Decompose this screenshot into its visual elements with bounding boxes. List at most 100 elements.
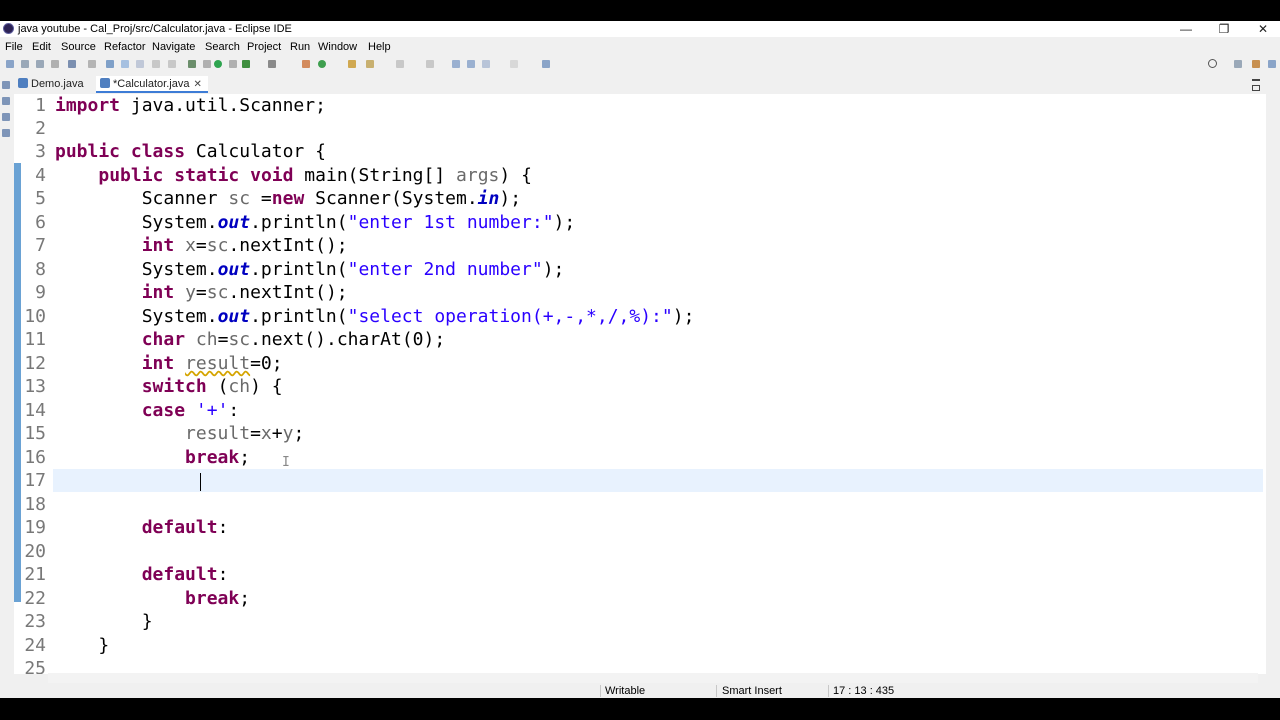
status-separator: [716, 685, 717, 697]
new-java-class-icon[interactable]: [318, 60, 326, 68]
code-line[interactable]: 24 }: [14, 634, 1244, 657]
code-line[interactable]: 11 char ch=sc.next().charAt(0);: [14, 328, 1244, 351]
java-perspective-icon[interactable]: [1252, 60, 1260, 68]
status-separator: [828, 685, 829, 697]
save-icon[interactable]: [21, 60, 29, 68]
restore-icon[interactable]: [2, 113, 10, 121]
window-title: java youtube - Cal_Proj/src/Calculator.j…: [18, 23, 292, 35]
menu-project[interactable]: Project: [247, 40, 281, 54]
word-wrap-icon[interactable]: [152, 60, 160, 68]
menu-refactor[interactable]: Refactor: [104, 40, 146, 54]
code-line[interactable]: 2: [14, 117, 1244, 140]
search-icon[interactable]: [1208, 59, 1217, 68]
menu-file[interactable]: File: [5, 40, 23, 54]
new-icon[interactable]: [6, 60, 14, 68]
menu-edit[interactable]: Edit: [32, 40, 51, 54]
mouse-ibeam-cursor: I: [282, 455, 290, 470]
java-file-icon: [18, 78, 28, 88]
code-line[interactable]: 21 default:: [14, 563, 1244, 586]
tab-demo-java[interactable]: Demo.java: [14, 76, 90, 93]
maximize-editor-icon[interactable]: [1252, 85, 1260, 91]
code-line[interactable]: 22 break;: [14, 587, 1244, 610]
last-edit-icon[interactable]: [452, 60, 460, 68]
prev-annotation-icon[interactable]: [426, 60, 434, 68]
profile-icon[interactable]: [268, 60, 276, 68]
forward-icon[interactable]: [510, 60, 518, 68]
code-line[interactable]: 1 import java.util.Scanner;: [14, 94, 1244, 117]
code-line[interactable]: 5 Scanner sc =new Scanner(System.in);: [14, 187, 1244, 210]
tab-calculator-java[interactable]: *Calculator.java ✕: [96, 76, 208, 93]
code-line[interactable]: 4 public static void main(String[] args)…: [14, 164, 1244, 187]
minimized-view-icon[interactable]: [2, 129, 10, 137]
status-bar: Writable Smart Insert 17 : 13 : 435: [0, 684, 1280, 698]
code-line[interactable]: 13 switch (ch) {: [14, 375, 1244, 398]
left-trim-stack: [0, 75, 13, 675]
close-tab-icon[interactable]: ✕: [193, 79, 201, 90]
debug-dropdown-icon[interactable]: [203, 60, 211, 68]
main-toolbar: [0, 57, 1280, 73]
java-file-icon: [100, 78, 110, 88]
next-annotation-icon[interactable]: [396, 60, 404, 68]
code-editor[interactable]: 1 import java.util.Scanner; 2 3 public cla…: [14, 94, 1266, 674]
show-whitespace-icon[interactable]: [168, 60, 176, 68]
status-separator: [600, 685, 601, 697]
title-bar: java youtube - Cal_Proj/src/Calculator.j…: [0, 21, 1280, 37]
back-dropdown-icon[interactable]: [482, 60, 490, 68]
code-line[interactable]: 18: [14, 493, 1244, 516]
code-line[interactable]: 16 break;: [14, 446, 1244, 469]
search-tool-icon[interactable]: [366, 60, 374, 68]
code-line[interactable]: 7 int x=sc.nextInt();: [14, 234, 1244, 257]
code-line[interactable]: 20: [14, 540, 1244, 563]
editor-tab-bar: Demo.java *Calculator.java ✕: [14, 76, 1266, 93]
highlight-icon[interactable]: [121, 60, 129, 68]
new-java-package-icon[interactable]: [302, 60, 310, 68]
code-line[interactable]: 17: [14, 469, 1244, 492]
code-line[interactable]: 8 System.out.println("enter 2nd number")…: [14, 258, 1244, 281]
print-icon[interactable]: [51, 60, 59, 68]
run-icon[interactable]: [214, 60, 222, 68]
code-line[interactable]: 23 }: [14, 610, 1244, 633]
run-dropdown-icon[interactable]: [229, 60, 237, 68]
code-line[interactable]: 19 default:: [14, 516, 1244, 539]
debug-icon[interactable]: [188, 60, 196, 68]
code-line[interactable]: 14 case '+':: [14, 399, 1244, 422]
skip-breakpoints-icon[interactable]: [88, 60, 96, 68]
minimize-editor-icon[interactable]: [1252, 79, 1260, 81]
debug-perspective-icon[interactable]: [1268, 60, 1276, 68]
coverage-icon[interactable]: [242, 60, 250, 68]
package-explorer-icon[interactable]: [2, 81, 10, 89]
outline-icon[interactable]: [2, 97, 10, 105]
code-line[interactable]: 10 System.out.println("select operation(…: [14, 305, 1244, 328]
eclipse-window: java youtube - Cal_Proj/src/Calculator.j…: [0, 21, 1280, 698]
status-insert-mode[interactable]: Smart Insert: [722, 685, 782, 697]
code-line[interactable]: 15 result=x+y;: [14, 422, 1244, 445]
code-line[interactable]: 12 int result=0;: [14, 352, 1244, 375]
save-all-icon[interactable]: [36, 60, 44, 68]
open-perspective-icon[interactable]: [1234, 60, 1242, 68]
code-line[interactable]: 6 System.out.println("enter 1st number:"…: [14, 211, 1244, 234]
menu-search[interactable]: Search: [205, 40, 240, 54]
close-window-icon[interactable]: ✕: [1243, 21, 1280, 37]
menu-help[interactable]: Help: [368, 40, 391, 54]
horizontal-scrollbar[interactable]: [48, 673, 1258, 683]
code-line[interactable]: 25: [14, 657, 1244, 674]
back-icon[interactable]: [467, 60, 475, 68]
code-line[interactable]: 9 int y=sc.nextInt();: [14, 281, 1244, 304]
maximize-icon[interactable]: ❐: [1204, 21, 1244, 37]
terminal-icon[interactable]: [68, 60, 76, 68]
text-caret: [200, 473, 201, 491]
menu-window[interactable]: Window: [318, 40, 357, 54]
menu-run[interactable]: Run: [290, 40, 310, 54]
status-writable: Writable: [605, 685, 646, 697]
eclipse-app-icon: [3, 23, 14, 34]
toggle-mark-icon[interactable]: [106, 60, 114, 68]
menu-bar: File Edit Source Refactor Navigate Searc…: [0, 38, 1280, 56]
menu-source[interactable]: Source: [61, 40, 96, 54]
status-cursor-position: 17 : 13 : 435: [833, 685, 895, 697]
code-line[interactable]: 3 public class Calculator {: [14, 140, 1244, 163]
block-selection-icon[interactable]: [136, 60, 144, 68]
open-type-icon[interactable]: [348, 60, 356, 68]
minimize-icon[interactable]: —: [1166, 21, 1206, 37]
menu-navigate[interactable]: Navigate: [152, 40, 195, 54]
pin-editor-icon[interactable]: [542, 60, 550, 68]
